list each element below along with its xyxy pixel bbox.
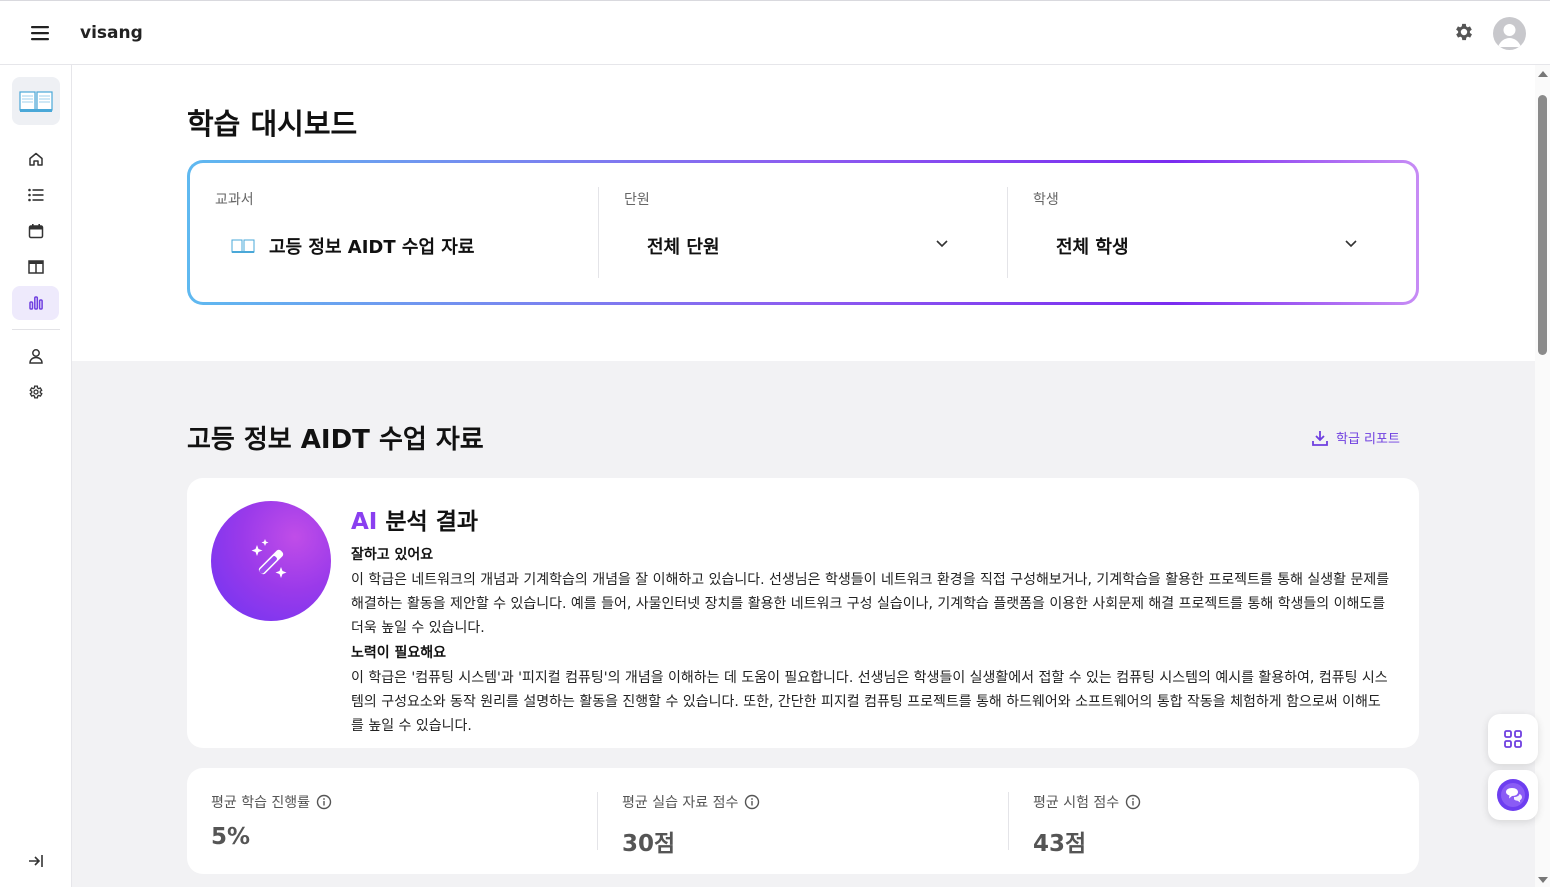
sidebar-item-home[interactable]	[12, 142, 59, 176]
stat-value: 5%	[211, 824, 251, 850]
grid-icon	[1504, 730, 1522, 748]
report-section: 고등 정보 AIDT 수업 자료 학급 리포트 AI 분석 결과 잘하고 있어요…	[72, 361, 1535, 887]
chat-icon	[1497, 779, 1529, 811]
menu-icon	[31, 25, 49, 40]
info-icon[interactable]	[1125, 794, 1141, 810]
top-bar: visang	[0, 0, 1550, 65]
hamburger-menu-button[interactable]	[0, 1, 80, 65]
collapse-icon	[28, 855, 43, 867]
book-icon	[231, 239, 255, 253]
scroll-up-icon[interactable]	[1538, 71, 1548, 77]
effort-text: 이 학급은 '컴퓨팅 시스템'과 '피지컬 컴퓨팅'의 개념을 이해하는 데 도…	[351, 670, 1388, 734]
textbook-logo[interactable]	[12, 77, 60, 125]
stat-value: 30점	[622, 831, 676, 857]
list-icon	[27, 188, 43, 202]
collapse-sidebar-button[interactable]	[12, 844, 59, 878]
student-value: 전체 학생	[1056, 237, 1129, 258]
apps-button[interactable]	[1488, 714, 1538, 764]
sidebar-item-profile[interactable]	[12, 339, 59, 373]
download-icon	[1312, 430, 1328, 446]
stat-practice-score: 평균 실습 자료 점수 30점	[597, 792, 1008, 857]
sidebar-item-calendar[interactable]	[12, 214, 59, 248]
avatar[interactable]	[1493, 17, 1526, 50]
calendar-icon	[28, 224, 43, 239]
chat-button[interactable]	[1488, 770, 1538, 820]
magic-wand-icon	[251, 539, 287, 578]
stat-label: 평균 실습 자료 점수	[622, 795, 739, 811]
info-icon[interactable]	[744, 794, 760, 810]
stat-label: 평균 학습 진행률	[211, 795, 311, 811]
sidebar-item-dashboard[interactable]	[12, 286, 59, 320]
stats-card: 평균 학습 진행률 5% 평균 실습 자료 점수 30점 평균 시험 점수 43…	[187, 768, 1419, 874]
textbook-filter[interactable]: 교과서 고등 정보 AIDT 수업 자료	[190, 187, 598, 278]
brand-name[interactable]: visang	[80, 23, 143, 43]
filter-card: 교과서 고등 정보 AIDT 수업 자료 단원 전체 단원 학생 전체 학생	[187, 160, 1419, 305]
user-icon	[28, 349, 43, 364]
class-report-button[interactable]: 학급 리포트	[1312, 428, 1400, 447]
settings-button[interactable]	[1453, 21, 1475, 47]
scrollbar[interactable]	[1535, 65, 1550, 887]
book-icon	[19, 91, 53, 112]
chevron-down-icon	[936, 240, 948, 248]
layout-icon	[27, 260, 44, 274]
user-avatar-icon	[1498, 24, 1521, 47]
ai-analysis-card: AI 분석 결과 잘하고 있어요 이 학급은 네트워크의 개념과 기계학습의 개…	[187, 478, 1419, 748]
scrollbar-thumb[interactable]	[1538, 95, 1547, 355]
sidebar-item-layout[interactable]	[12, 250, 59, 284]
stat-value: 43점	[1033, 831, 1087, 857]
textbook-label: 교과서	[215, 192, 254, 208]
student-label: 학생	[1033, 192, 1059, 208]
chevron-down-icon	[1345, 240, 1357, 248]
effort-heading: 노력이 필요해요	[351, 645, 447, 661]
unit-value: 전체 단원	[647, 237, 720, 258]
ai-badge	[211, 501, 331, 621]
good-text: 이 학급은 네트워크의 개념과 기계학습의 개념을 잘 이해하고 있습니다. 선…	[351, 572, 1390, 636]
section-title: 고등 정보 AIDT 수업 자료	[187, 425, 484, 455]
stat-label: 평균 시험 점수	[1033, 795, 1120, 811]
stat-progress: 평균 학습 진행률 5%	[187, 792, 597, 850]
student-select[interactable]: 학생 전체 학생	[1007, 187, 1416, 278]
textbook-value: 고등 정보 AIDT 수업 자료	[269, 237, 475, 258]
chart-icon	[28, 296, 43, 310]
class-report-label: 학급 리포트	[1336, 432, 1400, 447]
ai-title: AI 분석 결과	[351, 509, 479, 535]
good-heading: 잘하고 있어요	[351, 547, 434, 563]
info-icon[interactable]	[316, 794, 332, 810]
settings-icon	[28, 385, 43, 399]
stat-exam-score: 평균 시험 점수 43점	[1008, 792, 1419, 857]
sidebar	[0, 65, 72, 887]
sidebar-item-settings[interactable]	[12, 375, 59, 409]
unit-select[interactable]: 단원 전체 단원	[598, 187, 1007, 278]
home-icon	[28, 152, 43, 166]
sidebar-divider	[12, 329, 60, 330]
page-title: 학습 대시보드	[187, 107, 358, 141]
gear-icon	[1456, 23, 1472, 40]
main-content: 학습 대시보드 교과서 고등 정보 AIDT 수업 자료 단원 전체 단원 학생…	[72, 65, 1535, 887]
unit-label: 단원	[624, 192, 650, 208]
sidebar-item-list[interactable]	[12, 178, 59, 212]
scroll-down-icon[interactable]	[1538, 877, 1548, 883]
